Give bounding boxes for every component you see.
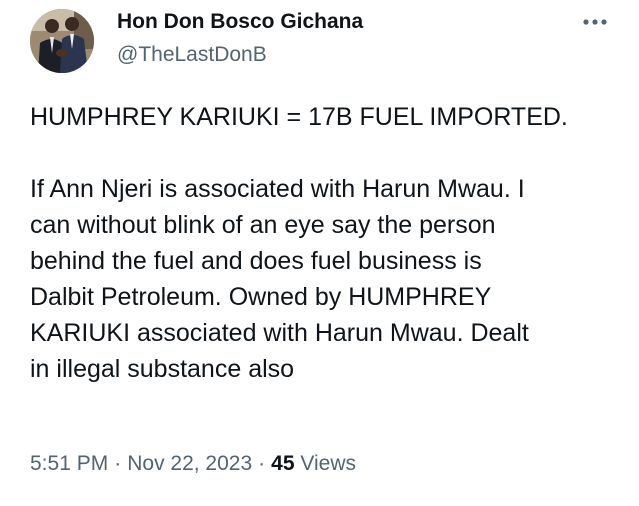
views-count[interactable]: 45 — [271, 452, 294, 475]
views-label[interactable]: Views — [300, 452, 356, 475]
meta-separator: · — [114, 452, 122, 475]
tweet-line: can without blink of an eye say the pers… — [30, 211, 496, 239]
avatar-photo — [30, 9, 94, 73]
tweet-date[interactable]: Nov 22, 2023 — [127, 452, 252, 475]
tweet-line: behind the fuel and does fuel business i… — [30, 247, 482, 275]
tweet-line: Dalbit Petroleum. Owned by HUMPHREY — [30, 283, 492, 311]
author-handle[interactable]: @TheLastDonB — [117, 43, 267, 67]
tweet-headline: HUMPHREY KARIUKI = 17B FUEL IMPORTED. — [30, 103, 568, 131]
tweet-time[interactable]: 5:51 PM — [30, 452, 108, 475]
tweet-line: If Ann Njeri is associated with Harun Mw… — [30, 175, 525, 203]
tweet-card: Hon Don Bosco Gichana @TheLastDonB HUMPH… — [0, 0, 639, 506]
tweet-meta: 5:51 PM · Nov 22, 2023 · 45 Views — [30, 452, 356, 476]
avatar[interactable] — [30, 9, 94, 73]
tweet-line: KARIUKI associated with Harun Mwau. Deal… — [30, 319, 529, 347]
more-dots-icon — [583, 19, 607, 25]
author-name[interactable]: Hon Don Bosco Gichana — [117, 10, 363, 34]
meta-separator: · — [258, 452, 266, 475]
tweet-paragraph: If Ann Njeri is associated with Harun Mw… — [30, 171, 620, 387]
tweet-line: in illegal substance also — [30, 355, 295, 383]
more-options-button[interactable] — [580, 10, 610, 34]
tweet-text: HUMPHREY KARIUKI = 17B FUEL IMPORTED. If… — [30, 99, 620, 387]
